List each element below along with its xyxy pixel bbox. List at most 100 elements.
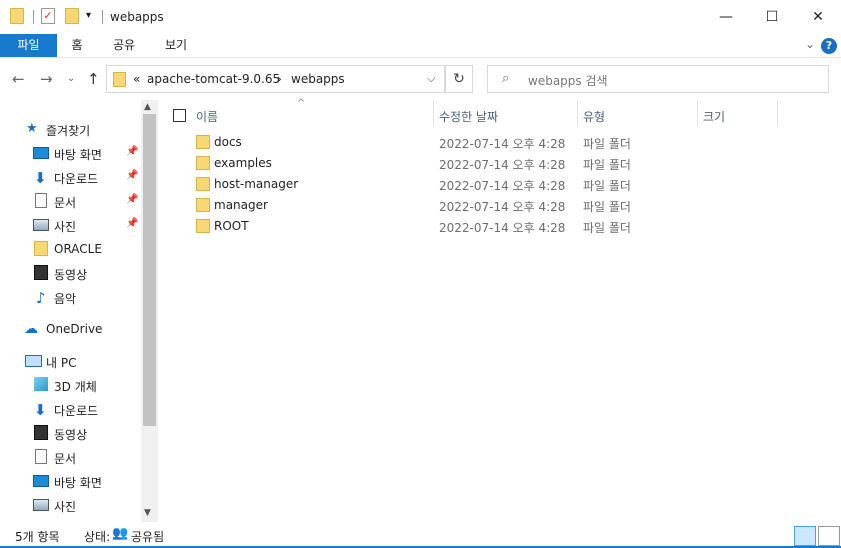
nav-label: 사진	[54, 500, 77, 514]
scroll-up-icon[interactable]: ▲	[144, 102, 151, 112]
nav-label: 3D 개체	[54, 380, 97, 394]
file-modified: 2022-07-14 오후 4:28	[439, 200, 566, 214]
nav-item-music[interactable]: ♪ 음악	[0, 286, 140, 308]
nav-item-pictures[interactable]: 사진 📌	[0, 214, 140, 236]
pin-icon[interactable]: 📌	[126, 146, 138, 157]
item-count: 5개 항목	[15, 530, 60, 544]
nav-item-quick-access[interactable]: ★ 즐겨찾기	[0, 118, 140, 140]
properties-icon[interactable]: ✓	[41, 8, 55, 24]
address-bar[interactable]: « apache-tomcat-9.0.65 › webapps ⌵	[106, 65, 445, 93]
nav-item-downloads[interactable]: ⬇ 다운로드 📌	[0, 166, 140, 188]
picture-icon	[33, 219, 49, 231]
status-bar: 5개 항목 상태: 👥 공유됨	[0, 522, 841, 548]
nav-item-3d-objects[interactable]: 3D 개체	[0, 374, 140, 396]
details-view-button[interactable]	[794, 526, 816, 546]
nav-item-documents-pc[interactable]: 문서	[0, 446, 140, 468]
video-icon	[34, 265, 48, 280]
nav-label: 내 PC	[46, 356, 77, 370]
column-header-size[interactable]: 크기	[697, 102, 777, 126]
pin-icon[interactable]: 📌	[126, 170, 138, 181]
navigation-bar: ← → ⌄ ↑ « apache-tomcat-9.0.65 › webapps…	[0, 58, 841, 98]
column-label: 유형	[583, 110, 606, 124]
file-modified: 2022-07-14 오후 4:28	[439, 221, 566, 235]
folder-icon	[113, 72, 126, 87]
select-all-checkbox[interactable]	[173, 109, 186, 122]
new-folder-icon[interactable]	[65, 8, 79, 24]
file-row[interactable]: ROOT 2022-07-14 오후 4:28 파일 폴더	[160, 216, 841, 237]
nav-item-oracle[interactable]: ORACLE	[0, 238, 140, 260]
address-overflow[interactable]: «	[133, 72, 140, 86]
share-state-value: 공유됨	[131, 530, 165, 544]
divider	[33, 10, 34, 24]
chevron-down-icon[interactable]: ⌄	[805, 37, 815, 51]
computer-icon	[25, 355, 42, 367]
nav-item-this-pc[interactable]: 내 PC	[0, 350, 140, 372]
up-arrow-icon[interactable]: ↑	[87, 70, 100, 88]
tab-view[interactable]: 보기	[156, 34, 196, 57]
column-divider[interactable]	[777, 100, 778, 126]
document-icon	[35, 449, 47, 464]
desktop-icon	[33, 475, 49, 487]
recent-locations-icon[interactable]: ⌄	[67, 73, 75, 84]
tab-file[interactable]: 파일	[0, 34, 57, 57]
column-header-modified[interactable]: 수정한 날짜	[433, 102, 577, 126]
maximize-button[interactable]: ☐	[749, 0, 795, 34]
back-arrow-icon[interactable]: ←	[12, 70, 25, 88]
nav-item-onedrive[interactable]: ☁ OneDrive	[0, 318, 140, 340]
breadcrumb-separator[interactable]: ›	[277, 72, 282, 86]
nav-item-documents[interactable]: 문서 📌	[0, 190, 140, 212]
file-row[interactable]: manager 2022-07-14 오후 4:28 파일 폴더	[160, 195, 841, 216]
file-name: examples	[214, 156, 272, 170]
scroll-down-icon[interactable]: ▼	[144, 508, 151, 518]
download-icon: ⬇	[34, 169, 47, 187]
breadcrumb-segment[interactable]: webapps	[291, 72, 345, 86]
minimize-button[interactable]: —	[703, 0, 749, 34]
nav-item-pictures-pc[interactable]: 사진	[0, 494, 140, 516]
nav-label: 문서	[54, 196, 77, 210]
sort-ascending-icon: ^	[297, 98, 306, 109]
search-box[interactable]: ⌕ webapps 검색	[487, 65, 829, 93]
nav-label: 다운로드	[54, 172, 99, 186]
scrollbar-thumb[interactable]	[143, 114, 156, 426]
tab-share[interactable]: 공유	[104, 34, 144, 57]
nav-item-downloads-pc[interactable]: ⬇ 다운로드	[0, 398, 140, 420]
folder-icon	[34, 241, 48, 256]
navigation-pane: ★ 즐겨찾기 바탕 화면 📌 ⬇ 다운로드 📌 문서 📌 사진 📌 ORACLE…	[0, 100, 158, 522]
column-header-name[interactable]: ^ 이름	[160, 98, 433, 126]
nav-item-desktop-pc[interactable]: 바탕 화면	[0, 470, 140, 492]
tab-home[interactable]: 홈	[62, 34, 92, 57]
chevron-down-icon[interactable]: ⌵	[427, 72, 435, 86]
large-icons-view-button[interactable]	[818, 526, 840, 546]
nav-label: ORACLE	[54, 242, 102, 256]
cloud-icon: ☁	[24, 321, 38, 337]
file-row[interactable]: examples 2022-07-14 오후 4:28 파일 폴더	[160, 153, 841, 174]
nav-label: 다운로드	[54, 404, 99, 418]
close-button[interactable]: ✕	[795, 0, 841, 34]
search-input[interactable]: webapps 검색	[528, 72, 608, 89]
column-header-type[interactable]: 유형	[577, 102, 697, 126]
folder-icon	[196, 135, 210, 149]
folder-icon	[10, 8, 24, 24]
help-icon[interactable]: ?	[821, 38, 837, 54]
pin-icon[interactable]: 📌	[126, 218, 138, 229]
nav-item-desktop[interactable]: 바탕 화면 📌	[0, 142, 140, 164]
nav-item-videos-pc[interactable]: 동영상	[0, 422, 140, 444]
video-icon	[34, 425, 48, 440]
customize-toolbar-icon[interactable]: ▾	[86, 10, 91, 28]
nav-item-videos[interactable]: 동영상	[0, 262, 140, 284]
picture-icon	[33, 499, 49, 511]
users-icon: 👥	[112, 526, 129, 541]
nav-scrollbar[interactable]: ▲ ▼	[141, 100, 158, 522]
file-row[interactable]: host-manager 2022-07-14 오후 4:28 파일 폴더	[160, 174, 841, 195]
nav-label: 동영상	[54, 428, 88, 442]
refresh-button[interactable]: ↻	[445, 65, 473, 93]
file-name: manager	[214, 198, 268, 212]
forward-arrow-icon[interactable]: →	[40, 70, 53, 88]
file-type: 파일 폴더	[583, 200, 631, 214]
file-row[interactable]: docs 2022-07-14 오후 4:28 파일 폴더	[160, 132, 841, 153]
pin-icon[interactable]: 📌	[126, 194, 138, 205]
file-name: docs	[214, 135, 242, 149]
breadcrumb-segment[interactable]: apache-tomcat-9.0.65	[147, 72, 280, 86]
column-label: 수정한 날짜	[439, 110, 499, 124]
download-icon: ⬇	[34, 401, 47, 419]
